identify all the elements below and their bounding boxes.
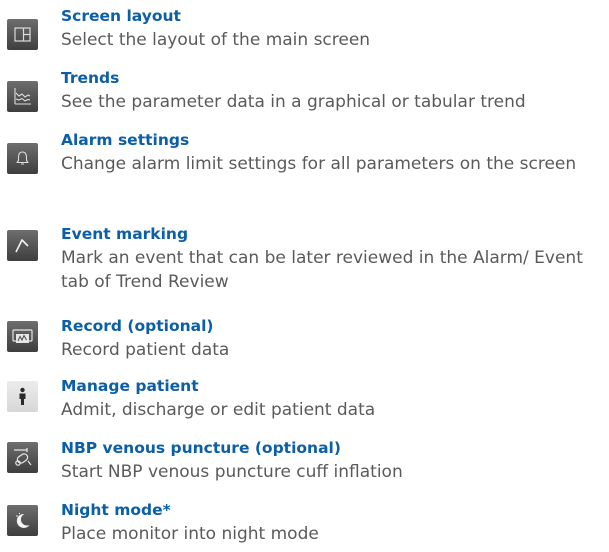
feature-list: Screen layout Select the layout of the m… <box>0 0 609 552</box>
feature-title: Record (optional) <box>61 317 214 335</box>
feature-description: Admit, discharge or edit patient data <box>61 400 376 420</box>
feature-title: Manage patient <box>61 377 199 395</box>
screen-layout-icon <box>7 19 38 50</box>
feature-title: Alarm settings <box>61 131 190 149</box>
feature-title: Screen layout <box>61 7 181 25</box>
feature-description: Change alarm limit settings for all para… <box>61 154 577 174</box>
bell-icon <box>7 143 38 174</box>
feature-title: Event marking <box>61 225 189 243</box>
feature-description: Select the layout of the main screen <box>61 30 371 50</box>
feature-description: Mark an event that can be later reviewed… <box>61 248 583 292</box>
feature-description: Place monitor into night mode <box>61 524 319 544</box>
patient-icon <box>7 381 38 412</box>
night-mode-icon <box>7 505 38 536</box>
trends-icon <box>7 81 38 112</box>
event-marker-icon <box>7 230 38 261</box>
feature-description: See the parameter data in a graphical or… <box>61 92 526 112</box>
feature-title: Trends <box>61 69 120 87</box>
venous-puncture-icon <box>7 442 38 473</box>
feature-description: Start NBP venous puncture cuff inflation <box>61 462 403 482</box>
recorder-icon <box>7 321 38 352</box>
feature-description: Record patient data <box>61 340 230 360</box>
feature-title: NBP venous puncture (optional) <box>61 439 341 457</box>
feature-title: Night mode* <box>61 501 171 519</box>
